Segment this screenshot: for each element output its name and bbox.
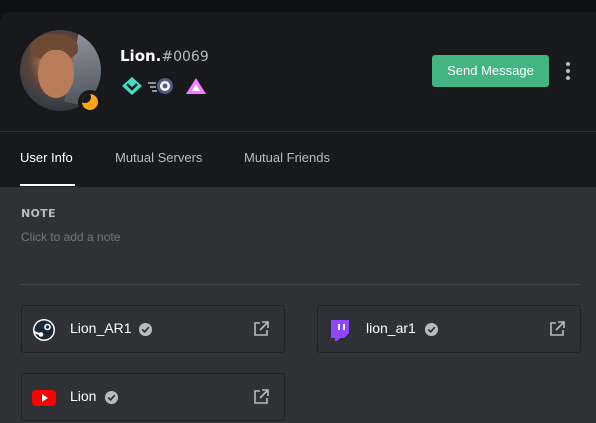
tab-user-info[interactable]: User Info — [20, 150, 73, 170]
connection-steam: Lion_AR1 — [21, 305, 285, 353]
idle-status-icon — [78, 90, 102, 114]
username-text: Lion. — [120, 47, 162, 65]
tab-mutual-servers[interactable]: Mutual Servers — [115, 150, 202, 170]
connection-twitch: lion_ar1 — [317, 305, 581, 353]
external-link-icon[interactable] — [548, 320, 566, 338]
nitro-boost-icon[interactable] — [147, 76, 175, 96]
note-label: NOTE — [21, 207, 56, 220]
connection-name: Lion_AR1 — [70, 320, 132, 336]
external-link-icon[interactable] — [252, 388, 270, 406]
early-supporter-icon[interactable] — [185, 76, 207, 96]
note-input[interactable]: Click to add a note — [21, 230, 321, 248]
active-tab-indicator — [20, 184, 75, 186]
verified-icon — [424, 322, 439, 337]
connection-name: Lion — [70, 388, 97, 404]
steam-icon — [33, 319, 55, 341]
send-message-button[interactable]: Send Message — [432, 55, 549, 87]
user-profile-modal: Lion.#0069 Send Message User Info Mutual… — [0, 12, 596, 423]
twitch-icon — [331, 320, 349, 341]
connection-name: lion_ar1 — [366, 320, 416, 336]
header-divider — [0, 131, 596, 132]
hypesquad-balance-icon[interactable] — [121, 76, 143, 96]
verified-icon — [104, 390, 119, 405]
connection-youtube: Lion — [21, 373, 285, 421]
section-divider — [20, 284, 580, 285]
username: Lion.#0069 — [120, 45, 209, 67]
profile-header: Lion.#0069 Send Message User Info Mutual… — [0, 12, 596, 187]
more-options-icon[interactable] — [560, 59, 576, 83]
verified-icon — [138, 322, 153, 337]
youtube-icon — [32, 390, 56, 406]
discriminator: #0069 — [161, 49, 209, 65]
external-link-icon[interactable] — [252, 320, 270, 338]
tab-mutual-friends[interactable]: Mutual Friends — [244, 150, 330, 170]
